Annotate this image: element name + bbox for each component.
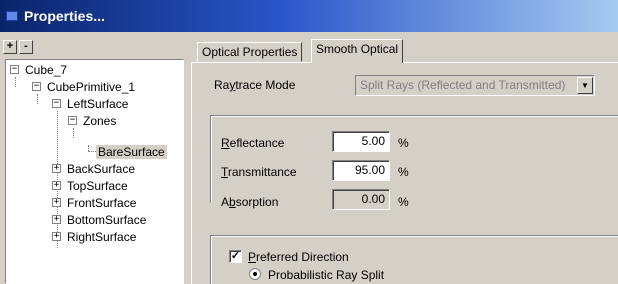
tab-smooth-optical[interactable]: Smooth Optical	[311, 39, 404, 63]
preferred-direction-label: Preferred Direction	[248, 250, 349, 264]
expand-icon[interactable]: +	[52, 215, 61, 224]
object-tree[interactable]: − Cube_7 − CubePrimitive_1 − LeftSurface…	[5, 59, 184, 284]
absorption-label: Absorption	[221, 195, 279, 209]
tree-node-baresurface[interactable]: BareSurface	[96, 143, 167, 160]
tree-node-label: FrontSurface	[67, 195, 137, 210]
smooth-optical-panel: Raytrace Mode Split Rays (Reflected and …	[191, 62, 618, 284]
expand-icon[interactable]: +	[52, 232, 61, 241]
expand-icon[interactable]: +	[52, 164, 61, 173]
app-icon	[6, 11, 18, 21]
tree-node-label: RightSurface	[67, 229, 137, 244]
expand-icon[interactable]: +	[52, 181, 61, 190]
chevron-down-icon[interactable]: ▼	[577, 77, 593, 94]
tree-node-label: BottomSurface	[67, 212, 147, 227]
raytrace-mode-value: Split Rays (Reflected and Transmitted)	[360, 78, 566, 92]
raytrace-mode-label: Raytrace Mode	[214, 78, 296, 92]
properties-pane: Optical Properties Smooth Optical Raytra…	[187, 32, 618, 284]
transmittance-input[interactable]: 95.00	[332, 160, 390, 181]
probabilistic-ray-split-label: Probabilistic Ray Split	[268, 268, 385, 282]
probabilistic-ray-split-radio[interactable]	[249, 268, 261, 280]
tree-node-cube-7[interactable]: − Cube_7	[10, 61, 69, 78]
tab-optical-properties[interactable]: Optical Properties	[197, 42, 303, 62]
collapse-icon[interactable]: −	[10, 65, 19, 74]
radio-selected-dot	[253, 272, 257, 276]
tree-node-bottomsurface[interactable]: + BottomSurface	[52, 211, 148, 228]
tree-node-cubeprimitive-1[interactable]: − CubePrimitive_1	[32, 78, 137, 95]
window-title: Properties...	[24, 8, 105, 24]
preferred-direction-checkbox[interactable]: ✓	[229, 250, 242, 263]
tree-pane: + - − Cube_7 − CubePrimitive_1 − LeftSur…	[0, 32, 187, 284]
expand-all-button[interactable]: +	[3, 40, 17, 54]
transmittance-label: Transmittance	[221, 165, 297, 179]
transmittance-unit: %	[398, 165, 409, 179]
absorption-unit: %	[398, 195, 409, 209]
tree-node-zones[interactable]: − Zones	[68, 112, 118, 129]
window-titlebar[interactable]: Properties...	[0, 0, 618, 32]
tree-node-label: BareSurface	[96, 144, 167, 159]
tree-node-backsurface[interactable]: + BackSurface	[52, 160, 137, 177]
tree-node-leftsurface[interactable]: − LeftSurface	[52, 95, 130, 112]
raytrace-mode-select[interactable]: Split Rays (Reflected and Transmitted) ▼	[355, 75, 595, 96]
tree-node-label: BackSurface	[67, 161, 136, 176]
collapse-all-button[interactable]: -	[19, 40, 33, 54]
reflectance-unit: %	[398, 136, 409, 150]
tree-node-label: Zones	[83, 113, 117, 128]
tree-node-label: TopSurface	[67, 178, 128, 193]
tree-node-frontsurface[interactable]: + FrontSurface	[52, 194, 138, 211]
tree-node-label: LeftSurface	[67, 96, 129, 111]
reflectance-label: Reflectance	[221, 136, 285, 150]
optical-coefficients-group	[210, 115, 618, 203]
collapse-icon[interactable]: −	[52, 99, 61, 108]
tree-node-topsurface[interactable]: + TopSurface	[52, 177, 130, 194]
expand-icon[interactable]: +	[52, 198, 61, 207]
tree-toolbar: + -	[3, 40, 33, 56]
tree-node-label: Cube_7	[25, 62, 68, 77]
tree-node-rightsurface[interactable]: + RightSurface	[52, 228, 138, 245]
absorption-value: 0.00	[332, 189, 390, 210]
tree-node-label: CubePrimitive_1	[47, 79, 136, 94]
reflectance-input[interactable]: 5.00	[332, 131, 390, 152]
collapse-icon[interactable]: −	[32, 82, 41, 91]
collapse-icon[interactable]: −	[68, 116, 77, 125]
